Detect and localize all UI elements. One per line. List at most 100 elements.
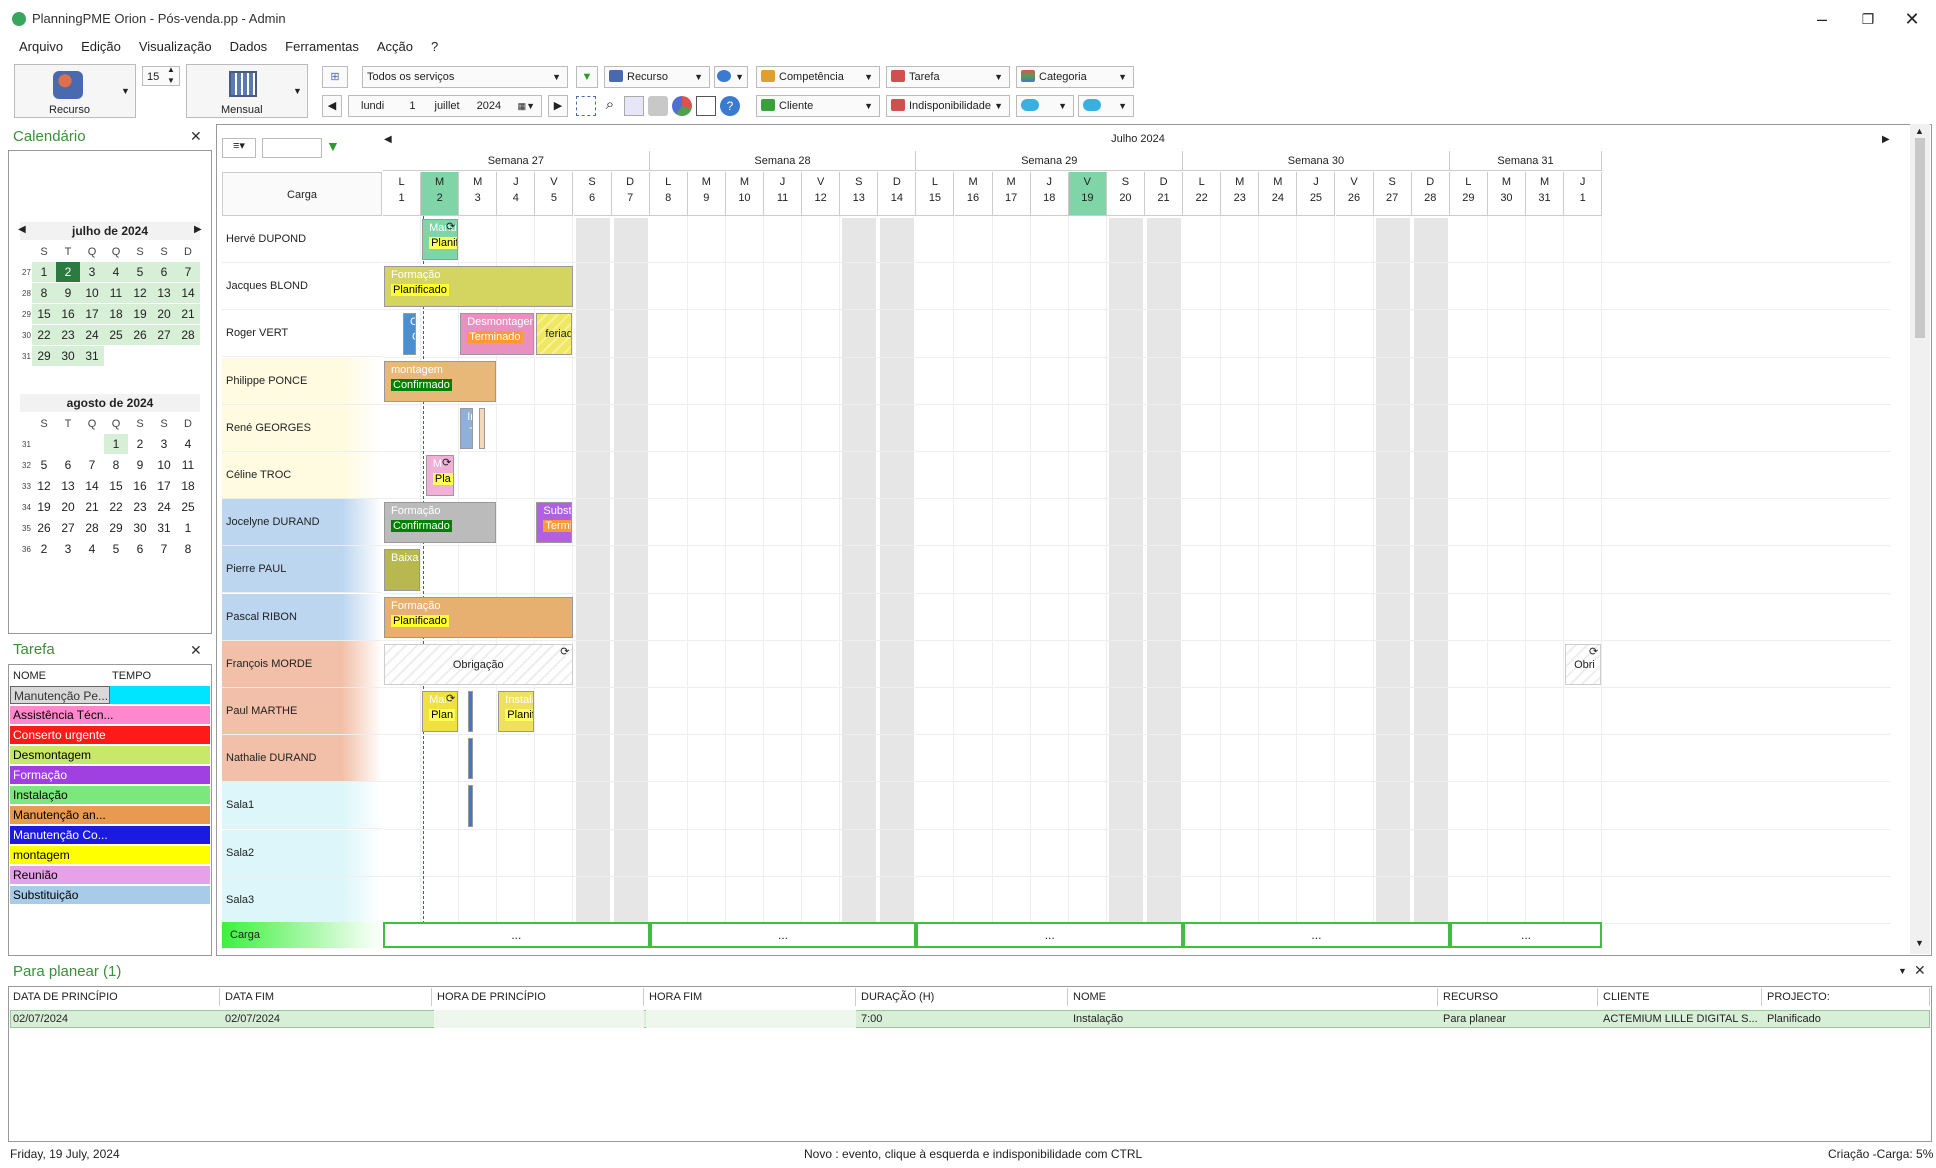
day-header[interactable]: D 14 — [878, 172, 917, 216]
scroll-down-icon[interactable]: ▼ — [1915, 938, 1924, 948]
calendar-day[interactable]: 6 — [152, 262, 176, 282]
scroll-thumb[interactable] — [1915, 138, 1925, 338]
calendar-day[interactable]: 24 — [152, 497, 176, 517]
day-header[interactable]: M 17 — [992, 172, 1031, 216]
day-header[interactable]: S 13 — [840, 172, 879, 216]
excel-icon[interactable] — [696, 96, 716, 116]
event-bar[interactable]: Obrigação ⟳ — [384, 643, 573, 685]
day-header[interactable]: M 24 — [1259, 172, 1298, 216]
calendar-day[interactable]: 7 — [80, 455, 104, 475]
print-icon[interactable] — [648, 96, 668, 116]
table-column-header[interactable]: DATA FIM — [222, 988, 432, 1006]
toggle-1-dropdown[interactable]: ▼ — [1016, 95, 1074, 117]
select-icon[interactable] — [576, 96, 596, 116]
calendar-day[interactable]: 5 — [128, 262, 152, 282]
calendar-day[interactable]: 23 — [128, 497, 152, 517]
calendar-day[interactable]: 27 — [56, 518, 80, 538]
close-button[interactable]: ✕ — [1890, 6, 1934, 32]
menu-ferramentas[interactable]: Ferramentas — [276, 38, 368, 56]
event-bar[interactable]: Baixa p — [384, 549, 421, 591]
vertical-scrollbar[interactable]: ▲ ▼ — [1910, 124, 1930, 954]
day-header[interactable]: S 20 — [1106, 172, 1145, 216]
calendar-day[interactable]: 16 — [56, 304, 80, 324]
calendar-day[interactable]: 6 — [128, 539, 152, 559]
event-bar[interactable]: Formação Confirmado — [384, 502, 497, 544]
task-list-item[interactable]: Manutenção Co... — [10, 826, 210, 844]
task-col-time[interactable]: TEMPO — [112, 670, 151, 682]
view-recurso-button[interactable]: Recurso ▼ — [14, 64, 136, 118]
prev-date-button[interactable]: ◀ — [322, 95, 342, 117]
table-column-header[interactable]: RECURSO — [1440, 988, 1598, 1006]
calendar-day[interactable]: 11 — [176, 455, 200, 475]
resource-label[interactable]: Jacques BLOND — [222, 263, 382, 311]
chevron-right-icon[interactable]: ▶ — [194, 224, 202, 235]
scroll-up-icon[interactable]: ▲ — [1915, 126, 1924, 136]
day-header[interactable]: L1 — [383, 172, 422, 216]
resource-label[interactable]: Céline TROC — [222, 452, 382, 499]
calendar-day[interactable]: 4 — [104, 262, 128, 282]
calendar-day[interactable]: 28 — [176, 325, 200, 345]
help-icon[interactable]: ? — [720, 96, 740, 116]
calendar-day[interactable]: 20 — [152, 304, 176, 324]
day-header[interactable]: J 11 — [764, 172, 803, 216]
day-header[interactable]: M3 — [459, 172, 498, 216]
calendar-day[interactable]: 1 — [104, 434, 128, 454]
resource-label[interactable]: Sala1 — [222, 782, 382, 830]
tarefa-dropdown[interactable]: Tarefa ▼ — [886, 66, 1010, 88]
categoria-dropdown[interactable]: Categoria ▼ — [1016, 66, 1134, 88]
calendar-day[interactable]: 5 — [32, 455, 56, 475]
day-header[interactable]: M2 — [421, 172, 460, 216]
calendar-day[interactable]: 10 — [152, 455, 176, 475]
day-header[interactable]: M9 — [687, 172, 726, 216]
calendar-day[interactable]: 27 — [152, 325, 176, 345]
event-bar[interactable]: Substit Termina — [536, 502, 573, 544]
resource-label[interactable]: René GEORGES — [222, 404, 382, 452]
event-bar[interactable]: Desmontagem Terminado — [460, 313, 535, 355]
day-header[interactable]: V 26 — [1335, 172, 1374, 216]
resource-label[interactable]: Sala3 — [222, 876, 382, 924]
calendar-day[interactable]: 21 — [176, 304, 200, 324]
calendar-day[interactable]: 18 — [176, 476, 200, 496]
event-bar[interactable]: feriado — [536, 313, 573, 355]
resource-label[interactable]: Pierre PAUL — [222, 546, 382, 594]
day-header[interactable]: L 15 — [916, 172, 955, 216]
calendar-day[interactable]: 12 — [32, 476, 56, 496]
menu-help[interactable]: ? — [422, 38, 447, 56]
task-list-item[interactable]: Manutenção an... — [10, 806, 210, 824]
calendar-day[interactable]: 4 — [176, 434, 200, 454]
calendar-day[interactable]: 2 — [56, 262, 80, 282]
resource-label[interactable]: Roger VERT — [222, 310, 382, 358]
event-bar[interactable]: Manu Planif ⟳ — [422, 219, 459, 261]
minimize-button[interactable]: – — [1800, 6, 1844, 32]
resource-label[interactable]: Sala2 — [222, 829, 382, 877]
day-header[interactable]: M 10 — [725, 172, 764, 216]
day-header[interactable]: L 29 — [1449, 172, 1488, 216]
services-filter-dropdown[interactable]: Todos os serviços ▼ — [362, 66, 568, 88]
calendar-day[interactable]: 3 — [56, 539, 80, 559]
calendar-day[interactable]: 15 — [104, 476, 128, 496]
calendar-day[interactable]: 15 — [32, 304, 56, 324]
calendar-day[interactable]: 14 — [176, 283, 200, 303]
planner-sort-button[interactable]: ≡▾ — [222, 138, 256, 158]
day-header[interactable]: L8 — [649, 172, 688, 216]
maximize-button[interactable]: ❐ — [1846, 6, 1890, 32]
calendar-day[interactable]: 2 — [128, 434, 152, 454]
event-bar[interactable]: Man Plan ⟳ — [422, 691, 459, 733]
toggle-2-dropdown[interactable]: ▼ — [1078, 95, 1134, 117]
funnel-icon[interactable]: ▼ — [326, 138, 340, 154]
day-header[interactable]: M 31 — [1526, 172, 1565, 216]
cliente-dropdown[interactable]: Cliente ▼ — [756, 95, 880, 117]
task-list-item[interactable]: Reunião — [10, 866, 210, 884]
calendar-day[interactable]: 13 — [152, 283, 176, 303]
recurso-filter-dropdown[interactable]: Recurso ▼ — [604, 66, 710, 88]
resource-label[interactable]: Jocelyne DURAND — [222, 499, 382, 547]
day-header[interactable]: J 25 — [1297, 172, 1336, 216]
task-list-item[interactable]: Desmontagem — [10, 746, 210, 764]
day-header[interactable]: M 16 — [954, 172, 993, 216]
indisponibilidade-dropdown[interactable]: Indisponibilidade ▼ — [886, 95, 1010, 117]
menu-arquivo[interactable]: Arquivo — [0, 38, 72, 56]
calendar-day[interactable]: 3 — [80, 262, 104, 282]
resource-label[interactable]: Pascal RIBON — [222, 593, 382, 641]
day-header[interactable]: D 21 — [1145, 172, 1184, 216]
calendar-day[interactable]: 29 — [32, 346, 56, 366]
